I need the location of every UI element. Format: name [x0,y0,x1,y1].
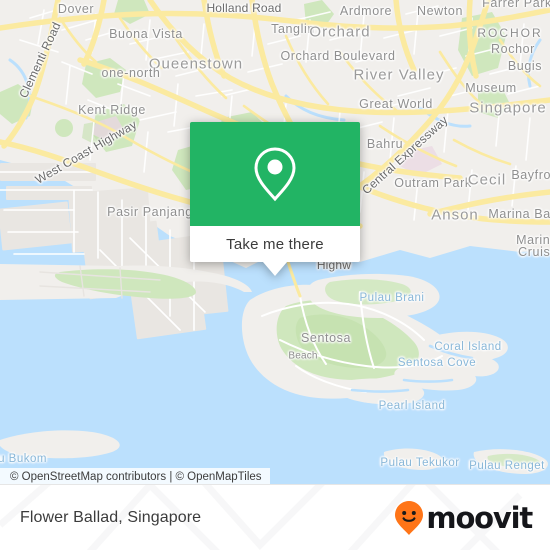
location-popup[interactable]: Take me there [190,122,360,276]
map-attribution[interactable]: © OpenStreetMap contributors | © OpenMap… [0,468,270,484]
map-canvas[interactable]: .land{fill:#f1efec;} .park{fill:#cfe7bd;… [0,0,550,484]
moovit-map-page: .land{fill:#f1efec;} .park{fill:#cfe7bd;… [0,0,550,550]
footer-bar: Flower Ballad, Singapore moovit [0,484,550,550]
popup-header [190,122,360,226]
moovit-logo[interactable]: moovit [394,500,533,536]
attribution-text: © OpenStreetMap contributors | © OpenMap… [10,470,262,483]
map-pin-icon [254,147,296,202]
moovit-wordmark: moovit [426,500,533,535]
take-me-there-label: Take me there [226,235,324,253]
place-name: Flower Ballad, Singapore [20,509,202,526]
take-me-there-button[interactable]: Take me there [190,226,360,262]
moovit-smiley-pin-icon [395,501,424,535]
popup-pointer [263,262,287,276]
